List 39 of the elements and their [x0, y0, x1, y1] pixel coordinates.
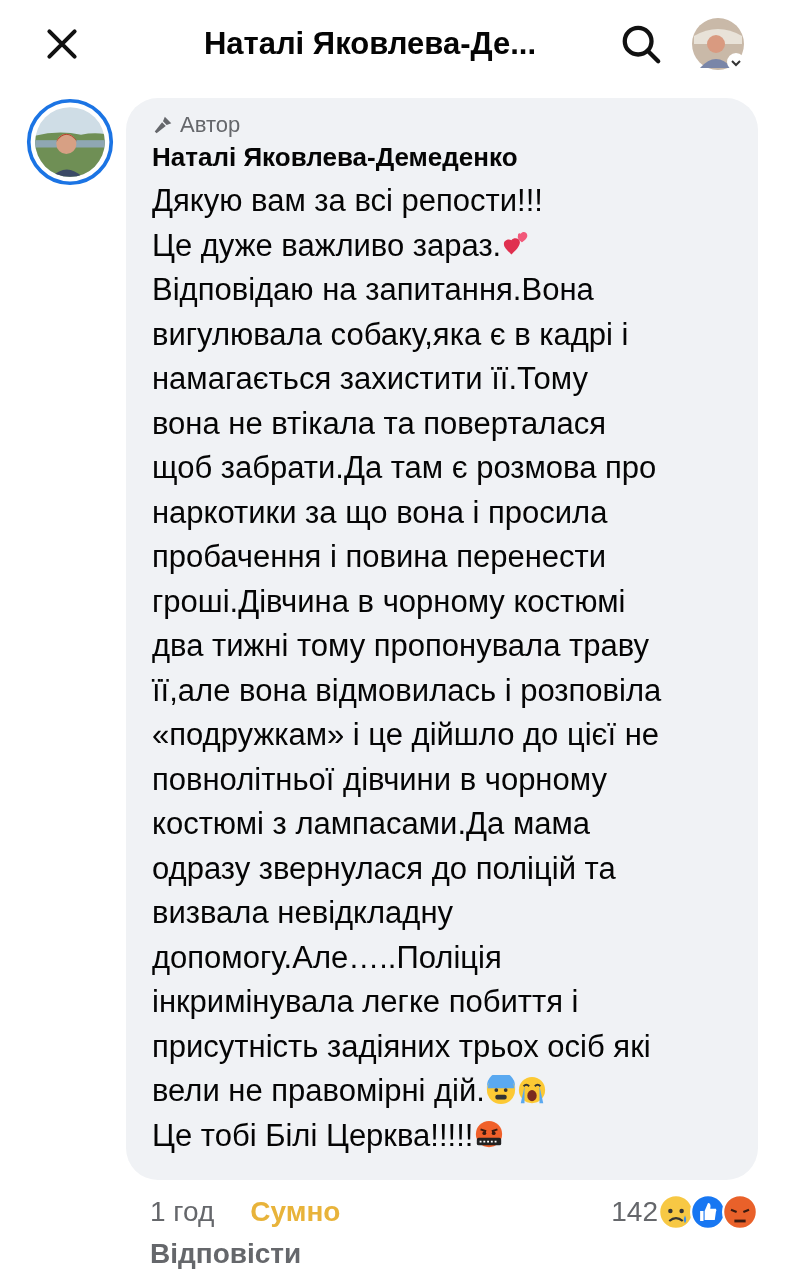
comment-text: Дякую вам за всі репости!!!: [152, 183, 543, 218]
comment-text: вона не втікала та поверталася: [152, 405, 606, 441]
comment-text: костюмі з лампасами.Да мама: [152, 806, 590, 841]
reply-link[interactable]: Відповісти: [150, 1238, 302, 1270]
author-name[interactable]: Наталі Яковлева-Демеденко: [152, 142, 738, 173]
sad-reaction-icon: [658, 1194, 694, 1230]
comment-text: вигулювала собаку,яка є в кадрі і: [152, 316, 629, 352]
comment-text: пробачення і повина перенести: [152, 539, 607, 574]
comment-text: щоб забрати.Да там є розмова про: [152, 450, 657, 485]
comment-text: інкримінувала легке побиття і: [152, 984, 579, 1019]
microphone-icon: [152, 114, 174, 136]
comment-text: два тижні тому пропонувала траву: [152, 628, 649, 663]
author-label: Автор: [180, 112, 241, 138]
anxious-face-icon: [485, 1075, 516, 1105]
comment-text: повнолітньої дівчини в чорному: [152, 761, 607, 797]
comment-text: «подружкам» і це дійшло до цієї не: [152, 717, 659, 752]
comment-text: вели не правомірні дій.: [152, 1073, 485, 1108]
comment-time: 1 год: [150, 1196, 215, 1228]
comment-text: Це дуже важливо зараз.: [152, 227, 502, 263]
comment-text: визвала невідкладну: [152, 895, 454, 930]
like-reaction-icon: [690, 1194, 726, 1230]
reaction-count[interactable]: 142: [611, 1196, 658, 1228]
comment-text: допомогу.Але…..Поліція: [152, 939, 502, 975]
comment-text: Це тобі Білі Церква!!!!!: [152, 1117, 474, 1153]
comment-text: присутність задіяних трьох осіб які: [152, 1028, 651, 1064]
comment-text: намагається захистити її.Тому: [152, 361, 588, 396]
search-icon[interactable]: [620, 23, 662, 65]
close-icon[interactable]: [44, 26, 80, 62]
cursing-face-icon: [474, 1119, 505, 1150]
comment-text: Відповідаю на запитання.Вона: [152, 272, 594, 307]
author-avatar[interactable]: [26, 98, 114, 186]
page-title: Наталі Яковлева-Де...: [202, 26, 538, 62]
comment-text: гроші.Дівчина в чорному костюмі: [152, 583, 626, 619]
angry-reaction-icon: [722, 1194, 758, 1230]
comment-text: наркотики за що вона і просила: [152, 494, 608, 530]
comment-text: її,але вона відмовилась і розповіла: [152, 672, 662, 708]
crying-face-icon: [516, 1075, 547, 1105]
comment-text: одразу звернулася до поліцій та: [152, 850, 616, 886]
profile-avatar[interactable]: [690, 16, 746, 72]
